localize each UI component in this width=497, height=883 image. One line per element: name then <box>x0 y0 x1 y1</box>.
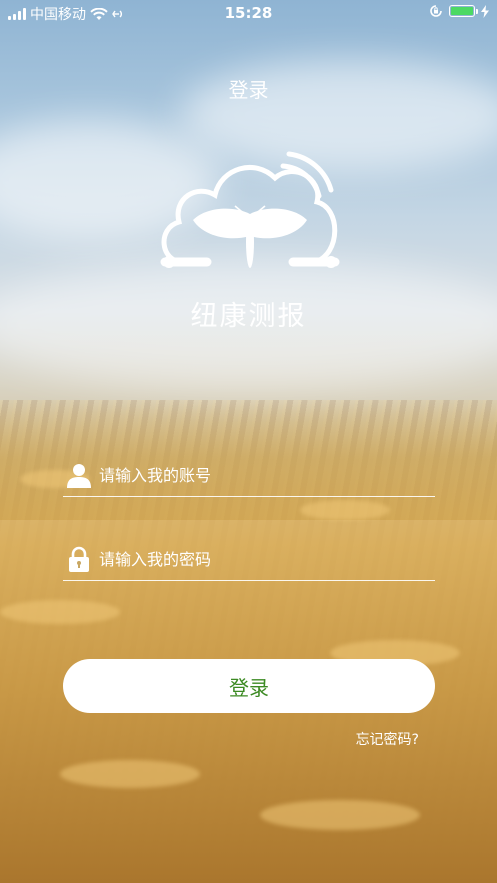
battery-icon <box>449 5 478 17</box>
lock-icon <box>69 546 89 572</box>
status-right <box>429 4 489 18</box>
background <box>0 0 497 883</box>
wheat-grain <box>300 500 390 520</box>
page-title: 登录 <box>228 78 269 102</box>
status-bar: 中国移动 15:28 <box>0 0 497 26</box>
charging-icon <box>481 4 489 18</box>
login-button[interactable]: 登录 <box>63 659 435 713</box>
cloud-moth-logo <box>160 151 340 268</box>
wheat-grain <box>60 760 200 788</box>
password-field[interactable] <box>63 544 435 581</box>
wheat-grain <box>0 600 120 624</box>
wheat-grain <box>260 800 420 830</box>
orientation-lock-icon <box>430 5 442 17</box>
account-input[interactable] <box>99 462 429 488</box>
clock: 15:28 <box>224 4 273 22</box>
forgot-password-link[interactable]: 忘记密码? <box>356 729 419 749</box>
account-field[interactable] <box>63 460 435 497</box>
app-name: 纽康测报 <box>190 301 307 332</box>
user-icon <box>67 464 91 488</box>
password-input[interactable] <box>99 546 429 572</box>
